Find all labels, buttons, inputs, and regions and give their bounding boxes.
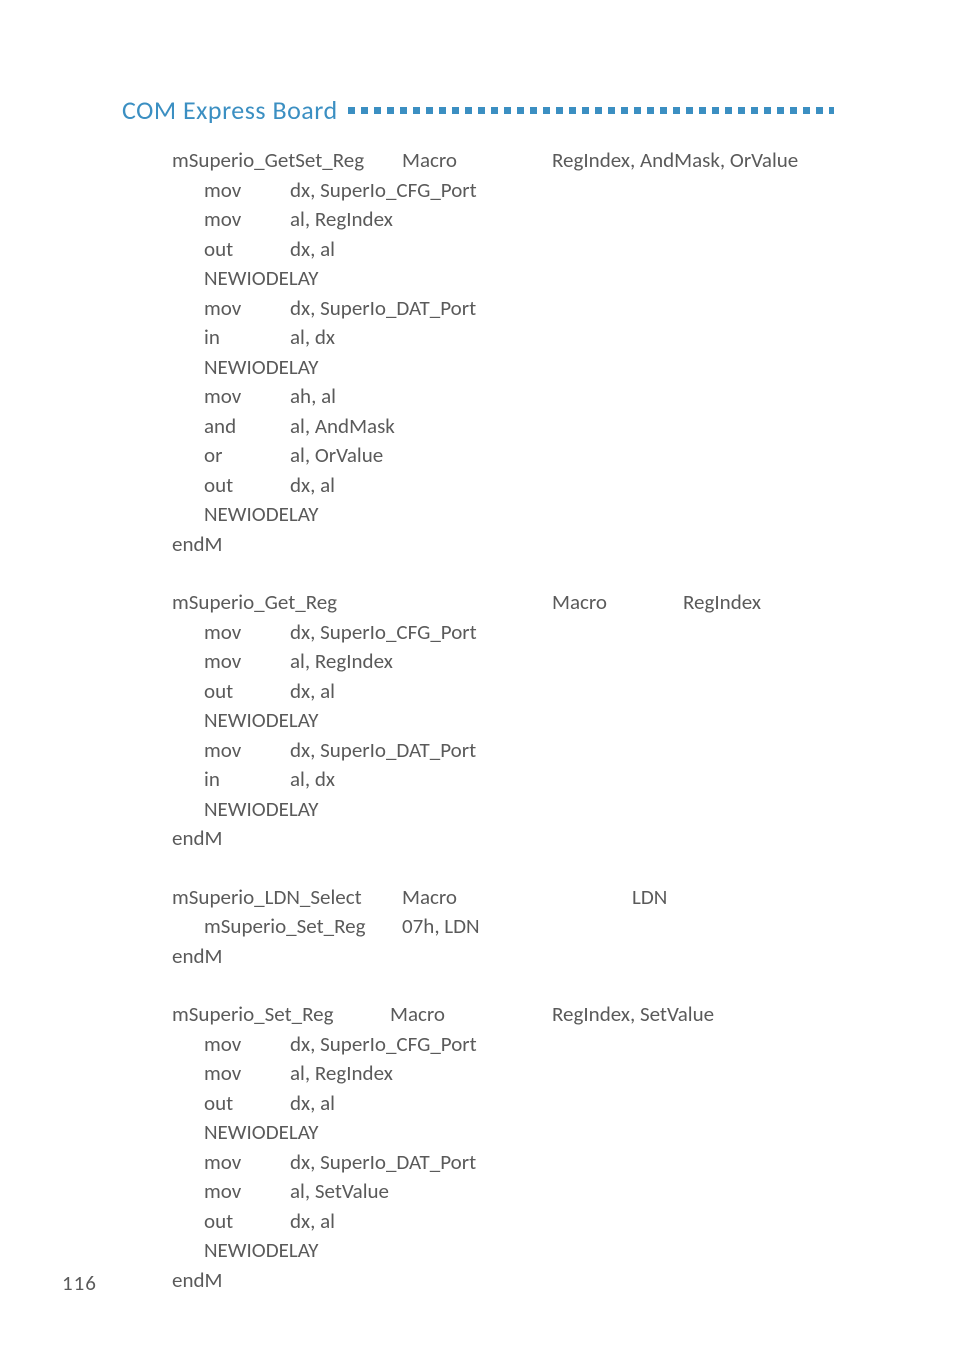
header-dot-icon: [465, 107, 472, 114]
header-dot-icon: [439, 107, 446, 114]
header-dot-icon: [686, 107, 693, 114]
page-header-title: COM Express Board: [122, 94, 338, 126]
page-number: 116: [62, 1270, 97, 1296]
header-dot-icon: [803, 107, 810, 114]
header-dot-icon: [491, 107, 498, 114]
header-dot-icon: [426, 107, 433, 114]
header-dot-icon: [816, 107, 823, 114]
header-dot-icon: [764, 107, 771, 114]
header-dot-icon: [660, 107, 667, 114]
header-dot-icon: [647, 107, 654, 114]
header-dot-icon: [790, 107, 797, 114]
header-dot-icon: [556, 107, 563, 114]
code-block-2: mSuperio_Get_RegMacroRegIndexmovdx, Supe…: [172, 588, 854, 854]
header-dot-icon: [361, 107, 368, 114]
page-header: COM Express Board: [122, 94, 834, 126]
header-dot-icon: [738, 107, 745, 114]
header-dot-icon: [387, 107, 394, 114]
header-dot-icon: [699, 107, 706, 114]
header-dot-icon: [530, 107, 537, 114]
code-block-4: mSuperio_Set_RegMacroRegIndex, SetValuem…: [172, 1000, 854, 1295]
header-dot-icon: [712, 107, 719, 114]
header-dot-icon: [569, 107, 576, 114]
header-dot-icon: [543, 107, 550, 114]
header-dot-icon: [413, 107, 420, 114]
header-dot-icon: [374, 107, 381, 114]
header-dot-icon: [478, 107, 485, 114]
header-dot-icon: [582, 107, 589, 114]
header-dot-icon: [621, 107, 628, 114]
header-dot-icon: [517, 107, 524, 114]
header-dot-icon: [829, 107, 834, 114]
code-block-1: mSuperio_GetSet_RegMacroRegIndex, AndMas…: [172, 146, 854, 559]
header-dot-icon: [348, 107, 355, 114]
header-dots-decoration: [348, 107, 834, 114]
code-content: mSuperio_GetSet_RegMacroRegIndex, AndMas…: [172, 146, 854, 1324]
code-block-3: mSuperio_LDN_SelectMacroLDNmSuperio_Set_…: [172, 883, 854, 972]
header-dot-icon: [608, 107, 615, 114]
header-dot-icon: [751, 107, 758, 114]
header-dot-icon: [673, 107, 680, 114]
header-dot-icon: [595, 107, 602, 114]
header-dot-icon: [725, 107, 732, 114]
header-dot-icon: [777, 107, 784, 114]
header-dot-icon: [504, 107, 511, 114]
header-dot-icon: [400, 107, 407, 114]
header-dot-icon: [452, 107, 459, 114]
header-dot-icon: [634, 107, 641, 114]
